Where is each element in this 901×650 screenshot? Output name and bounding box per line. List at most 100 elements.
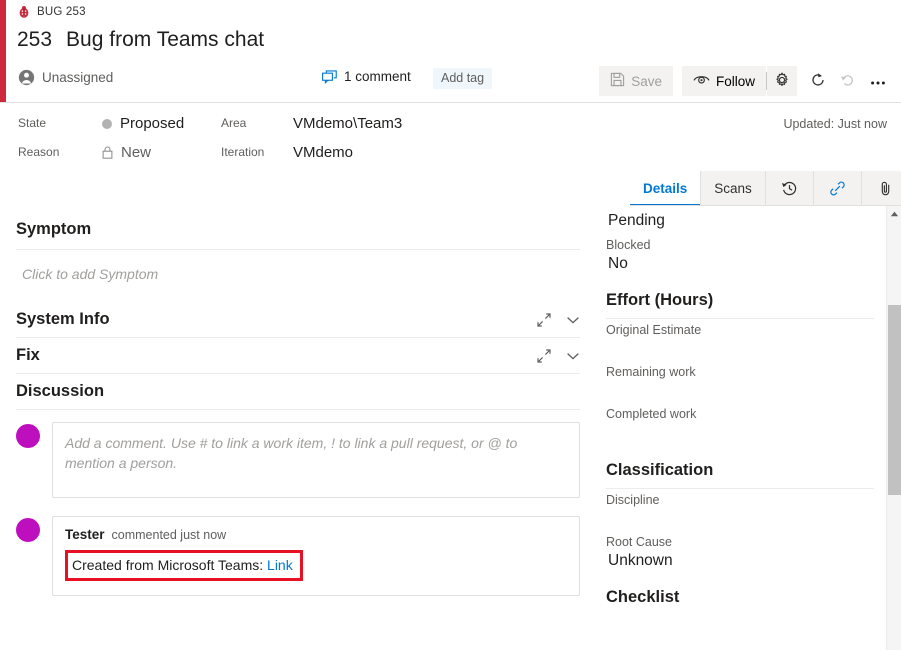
field-remaining-work-label: Remaining work [606,365,874,379]
field-completed-work: Completed work [606,403,874,445]
follow-button[interactable]: Follow [682,66,766,96]
tab-history[interactable] [766,171,814,206]
scrollbar-thumb[interactable] [888,305,901,495]
comment-body-highlighted: Created from Microsoft Teams: Link [65,550,303,581]
field-state-value: Proposed [120,115,184,132]
undo-icon [840,72,856,91]
comment-meta: Tester commented just now [65,527,567,550]
work-item-subheader: Unassigned 1 comment Add tag [0,64,901,98]
symptom-input[interactable]: Click to add Symptom [16,250,580,302]
expand-diagonal-icon[interactable] [536,312,552,328]
bug-icon [17,5,31,19]
comment-icon [322,70,337,84]
comment-timestamp: commented just now [112,528,227,542]
scrollbar-up-arrow[interactable] [887,206,901,222]
tab-details[interactable]: Details [630,171,701,206]
pending-value[interactable]: Pending [606,206,874,234]
more-actions-button[interactable] [863,66,893,96]
link-icon [829,180,846,197]
undo-button[interactable] [833,66,863,96]
comment-author: Tester [65,527,105,542]
effort-heading: Effort (Hours) [606,275,874,319]
comment-count-link[interactable]: 1 comment [322,69,411,84]
field-discipline-value[interactable] [606,507,874,529]
checklist-heading: Checklist [606,572,874,609]
caret-up-icon [890,211,899,217]
field-area-label: Area [221,116,293,131]
discussion-heading: Discussion [16,382,104,401]
system-info-heading: System Info [16,310,110,329]
tab-attachments[interactable] [862,171,901,206]
eye-icon [693,73,710,89]
field-iteration-value[interactable]: VMdemo [293,144,353,161]
work-item-header: BUG 253 253 Bug from Teams chat Unassign… [0,0,901,103]
field-blocked-label: Blocked [606,238,874,252]
field-blocked: Blocked No [606,234,874,275]
fix-heading: Fix [16,346,40,365]
classification-heading: Classification [606,445,874,489]
work-item-toolbar: Save Follow [599,66,893,96]
save-icon [610,72,625,90]
work-item-details-sidebar: Pending Blocked No Effort (Hours) Origin… [596,206,886,650]
work-item-title-row: 253 Bug from Teams chat [17,28,264,52]
tab-scans-label: Scans [714,181,752,196]
tab-details-label: Details [643,181,687,196]
field-reason-label: Reason [18,145,78,160]
section-discussion-header: Discussion [16,374,580,410]
field-discipline-label: Discipline [606,493,874,507]
field-iteration: Iteration VMdemo [221,144,353,161]
chevron-down-icon[interactable] [566,351,580,361]
expand-diagonal-icon[interactable] [536,348,552,364]
comment-body-text: Created from Microsoft Teams: [72,557,263,573]
follow-label: Follow [716,74,755,89]
ellipsis-icon [870,74,886,89]
field-state: State Proposed [18,115,184,132]
field-original-estimate-value[interactable] [606,337,874,359]
work-item-id: 253 [17,28,52,52]
state-dot-icon [102,119,112,129]
field-root-cause: Root Cause Unknown [606,531,874,572]
field-remaining-work: Remaining work [606,361,874,403]
tab-scans[interactable]: Scans [701,171,766,206]
avatar [16,518,40,542]
comment-list-item: Tester commented just now Created from M… [16,498,580,596]
field-discipline: Discipline [606,489,874,531]
fix-actions [536,348,580,364]
teams-link[interactable]: Link [267,557,293,573]
system-info-actions [536,312,580,328]
sidebar-scrollbar[interactable] [886,206,901,650]
field-blocked-value[interactable]: No [606,252,874,273]
comment-count-label: 1 comment [344,69,411,84]
field-root-cause-value[interactable]: Unknown [606,549,874,570]
field-area: Area VMdemo\Team3 [221,115,402,132]
field-original-estimate: Original Estimate [606,319,874,361]
tab-links[interactable] [814,171,862,206]
symptom-heading: Symptom [16,220,91,239]
add-tag-button[interactable]: Add tag [433,68,492,89]
field-remaining-work-value[interactable] [606,379,874,401]
chevron-down-icon[interactable] [566,315,580,325]
save-button[interactable]: Save [599,66,673,96]
settings-button[interactable] [767,66,797,96]
comment-input[interactable]: Add a comment. Use # to link a work item… [52,422,580,498]
field-original-estimate-label: Original Estimate [606,323,874,337]
work-item-tabs: Details Scans [630,171,901,206]
field-area-value[interactable]: VMdemo\Team3 [293,115,402,132]
field-completed-work-value[interactable] [606,421,874,443]
work-item-title[interactable]: Bug from Teams chat [66,28,264,52]
assigned-to-label: Unassigned [42,70,113,85]
field-iteration-label: Iteration [221,145,293,160]
history-icon [781,180,798,197]
refresh-icon [810,72,826,91]
work-item-fields-strip: State Proposed Reason New Area VMdemo\Te… [0,103,901,171]
field-reason-value-wrap[interactable]: New [102,144,151,161]
gear-icon [774,72,790,91]
field-root-cause-label: Root Cause [606,535,874,549]
assigned-to-control[interactable]: Unassigned [18,69,113,86]
field-reason-value: New [121,144,151,161]
comment-compose-row: Add a comment. Use # to link a work item… [16,410,580,498]
refresh-button[interactable] [803,66,833,96]
field-state-value-wrap[interactable]: Proposed [102,115,184,132]
field-state-label: State [18,116,78,131]
work-item-type-row: BUG 253 [17,5,86,19]
